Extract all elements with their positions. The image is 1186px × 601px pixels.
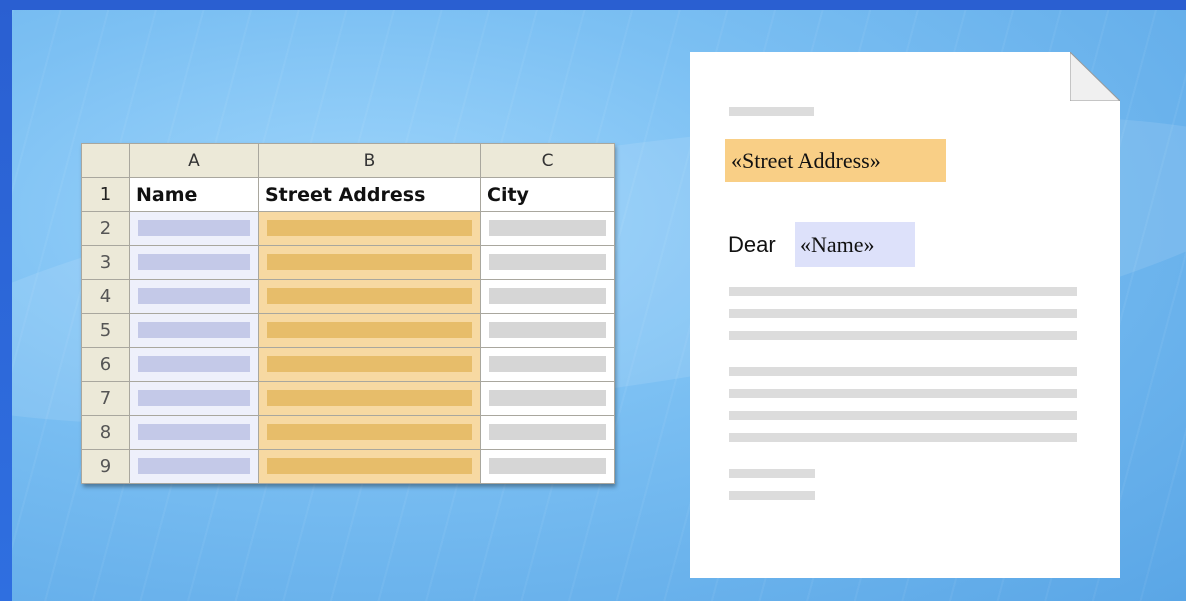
placeholder-line <box>729 367 1077 376</box>
row-number: 8 <box>81 415 130 450</box>
row-number: 5 <box>81 313 130 348</box>
name-cell <box>129 381 259 416</box>
city-cell <box>480 211 615 246</box>
column-header-row: A B C <box>81 143 615 178</box>
street-address-merge-field: «Street Address» <box>725 139 946 182</box>
placeholder-bar <box>138 458 250 474</box>
row-number: 3 <box>81 245 130 280</box>
column-header-c: C <box>480 143 615 178</box>
placeholder-line <box>729 491 815 500</box>
name-cell <box>129 279 259 314</box>
placeholder-bar <box>267 458 472 474</box>
city-cell <box>480 245 615 280</box>
street-address-cell <box>258 415 481 450</box>
street-address-header-cell: Street Address <box>258 177 481 212</box>
salutation-text: Dear <box>728 232 776 257</box>
table-row: 2 <box>81 211 615 246</box>
city-cell <box>480 313 615 348</box>
placeholder-line <box>729 469 815 478</box>
street-address-cell <box>258 245 481 280</box>
name-cell <box>129 347 259 382</box>
placeholder-bar <box>138 254 250 270</box>
placeholder-bar <box>267 254 472 270</box>
placeholder-bar <box>489 424 606 440</box>
corner-cell <box>81 143 130 178</box>
city-cell <box>480 279 615 314</box>
table-row: 8 <box>81 415 615 450</box>
table-row: 3 <box>81 245 615 280</box>
placeholder-bar <box>138 424 250 440</box>
table-row: 5 <box>81 313 615 348</box>
placeholder-bar <box>138 322 250 338</box>
table-row: 7 <box>81 381 615 416</box>
page-fold-icon <box>1070 52 1120 101</box>
street-address-cell <box>258 313 481 348</box>
placeholder-line <box>729 107 814 116</box>
table-row: 9 <box>81 449 615 484</box>
city-cell <box>480 449 615 484</box>
placeholder-bar <box>489 322 606 338</box>
placeholder-bar <box>138 356 250 372</box>
spreadsheet: A B C 1 Name Street Address City 2 3 4 5… <box>81 143 615 484</box>
street-address-cell <box>258 381 481 416</box>
table-row: 6 <box>81 347 615 382</box>
placeholder-bar <box>489 390 606 406</box>
placeholder-line <box>729 433 1077 442</box>
row-number: 7 <box>81 381 130 416</box>
placeholder-bar <box>267 288 472 304</box>
placeholder-bar <box>267 322 472 338</box>
placeholder-bar <box>267 424 472 440</box>
street-address-cell <box>258 211 481 246</box>
placeholder-bar <box>489 254 606 270</box>
placeholder-line <box>729 411 1077 420</box>
placeholder-line <box>729 309 1077 318</box>
row-number: 1 <box>81 177 130 212</box>
name-cell <box>129 245 259 280</box>
row-number: 6 <box>81 347 130 382</box>
row-number: 4 <box>81 279 130 314</box>
street-address-cell <box>258 347 481 382</box>
placeholder-line <box>729 331 1077 340</box>
table-row: 1 Name Street Address City <box>81 177 615 212</box>
placeholder-line <box>729 389 1077 398</box>
spreadsheet-grid: A B C 1 Name Street Address City 2 3 4 5… <box>81 143 615 484</box>
placeholder-bar <box>489 356 606 372</box>
placeholder-line <box>729 287 1077 296</box>
placeholder-bar <box>138 288 250 304</box>
row-number: 9 <box>81 449 130 484</box>
city-cell <box>480 415 615 450</box>
placeholder-bar <box>138 220 250 236</box>
placeholder-bar <box>267 220 472 236</box>
row-number: 2 <box>81 211 130 246</box>
name-header-cell: Name <box>129 177 259 212</box>
city-cell <box>480 347 615 382</box>
city-cell <box>480 381 615 416</box>
placeholder-bar <box>489 288 606 304</box>
placeholder-bar <box>267 356 472 372</box>
name-cell <box>129 211 259 246</box>
column-header-b: B <box>258 143 481 178</box>
placeholder-bar <box>138 390 250 406</box>
placeholder-bar <box>489 458 606 474</box>
city-header-cell: City <box>480 177 615 212</box>
placeholder-bar <box>489 220 606 236</box>
name-cell <box>129 313 259 348</box>
name-merge-field: «Name» <box>795 222 915 267</box>
placeholder-bar <box>267 390 472 406</box>
table-row: 4 <box>81 279 615 314</box>
column-header-a: A <box>129 143 259 178</box>
street-address-cell <box>258 279 481 314</box>
street-address-cell <box>258 449 481 484</box>
name-cell <box>129 449 259 484</box>
name-cell <box>129 415 259 450</box>
